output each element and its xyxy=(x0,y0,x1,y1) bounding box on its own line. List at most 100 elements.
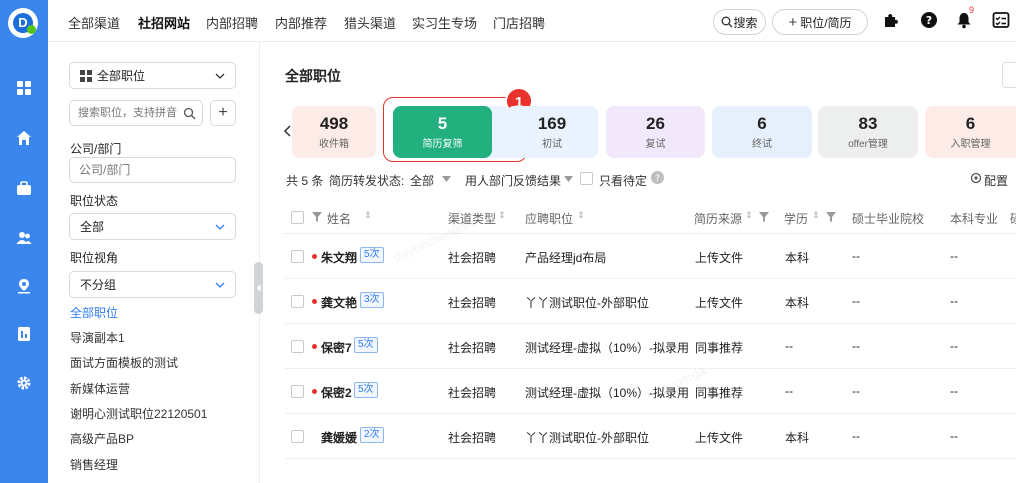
sort-icon[interactable]: ⇕ xyxy=(745,210,753,221)
briefcase-icon[interactable] xyxy=(14,178,34,198)
report-icon[interactable] xyxy=(14,324,34,344)
view-select[interactable]: 不分组 xyxy=(69,271,236,298)
candidate-name[interactable]: 保密2 xyxy=(321,384,352,401)
dept-feedback-select[interactable]: 用人部门反馈结果 xyxy=(465,172,561,189)
table-row[interactable]: 龚媛媛 2次 社会招聘 丫丫测试职位-外部职位 上传文件 本科 -- -- xyxy=(284,414,1016,459)
add-job-button[interactable]: + xyxy=(210,100,236,126)
filter-icon[interactable] xyxy=(759,212,769,222)
row-checkbox[interactable] xyxy=(291,340,304,353)
app-logo[interactable]: D xyxy=(8,8,38,38)
sort-icon[interactable]: ⇕ xyxy=(812,210,820,221)
col-source[interactable]: 简历来源 xyxy=(694,210,742,227)
stage-offer[interactable]: 83 offer管理 xyxy=(818,106,918,158)
bell-icon[interactable]: 9 xyxy=(955,5,981,31)
candidate-name[interactable]: 龚文艳 xyxy=(321,294,357,311)
filter-icon[interactable] xyxy=(312,212,322,222)
job-search-field[interactable] xyxy=(69,100,203,126)
job-item[interactable]: 导演副本1 xyxy=(70,329,125,346)
row-checkbox[interactable] xyxy=(291,385,304,398)
stage-final-interview[interactable]: 6 终试 xyxy=(712,106,812,158)
sort-icon[interactable]: ⇕ xyxy=(498,210,506,221)
source-cell: 上传文件 xyxy=(695,431,744,445)
tab-intern[interactable]: 实习生专场 xyxy=(412,13,477,32)
col-master-school[interactable]: 硕士毕业院校 xyxy=(852,210,924,227)
people-icon[interactable] xyxy=(14,228,34,248)
candidate-name[interactable]: 保密7 xyxy=(321,339,352,356)
tab-all-channels[interactable]: 全部渠道 xyxy=(68,13,120,32)
job-item[interactable]: 新媒体运营 xyxy=(70,380,130,397)
settings-icon[interactable] xyxy=(970,172,982,184)
job-item[interactable]: 高级产品BP xyxy=(70,430,134,447)
stage-first-interview[interactable]: 169 初试 xyxy=(506,106,598,158)
pending-only-checkbox[interactable] xyxy=(580,172,593,185)
major-cell: -- xyxy=(950,294,958,308)
gear-icon[interactable] xyxy=(14,373,34,393)
stage-onboarding[interactable]: 6 入职管理 xyxy=(925,106,1016,158)
plugin-icon[interactable] xyxy=(882,11,902,31)
sort-icon[interactable]: ⇕ xyxy=(364,210,372,221)
col-channel[interactable]: 渠道类型 xyxy=(448,210,496,227)
search-button[interactable]: 搜索 xyxy=(713,9,766,35)
filter-icon[interactable] xyxy=(826,212,836,222)
home-icon[interactable] xyxy=(14,128,34,148)
tab-headhunter[interactable]: 猎头渠道 xyxy=(344,13,396,32)
search-icon[interactable] xyxy=(183,107,196,120)
help-icon[interactable]: ? xyxy=(920,11,940,31)
sort-icon[interactable]: ⇕ xyxy=(577,210,585,221)
stage-second-interview[interactable]: 26 复试 xyxy=(606,106,705,158)
side-panel-toggle[interactable] xyxy=(1002,62,1016,88)
col-truncated[interactable]: 硕 xyxy=(1010,210,1016,227)
candidate-name[interactable]: 龚媛媛 xyxy=(321,429,357,446)
stage-label: 初试 xyxy=(542,139,562,150)
select-all-checkbox[interactable] xyxy=(291,211,304,224)
apply-times-badge: 2次 xyxy=(360,427,384,443)
candidate-name[interactable]: 朱文翔 xyxy=(321,249,357,266)
view-value: 不分组 xyxy=(80,278,117,292)
school-cell: -- xyxy=(852,249,860,263)
apply-times-badge: 5次 xyxy=(360,247,384,263)
col-undergrad-major[interactable]: 本科专业 xyxy=(950,210,998,227)
education-cell: 本科 xyxy=(785,431,810,445)
channel-cell: 社会招聘 xyxy=(448,341,497,355)
table-row[interactable]: 朱文翔 5次 社会招聘 产品经理jd布局 上传文件 本科 -- -- xyxy=(284,234,1016,279)
job-cell: 丫丫测试职位-外部职位 xyxy=(525,296,649,310)
job-item[interactable]: 面试方面模板的测试 xyxy=(70,354,178,371)
job-search-input[interactable] xyxy=(78,102,186,124)
config-button[interactable]: 配置 xyxy=(984,172,1008,189)
company-field[interactable] xyxy=(69,157,236,183)
stage-inbox[interactable]: 498 收件箱 xyxy=(292,106,376,158)
row-checkbox[interactable] xyxy=(291,430,304,443)
major-cell: -- xyxy=(950,339,958,353)
dashboard-icon[interactable] xyxy=(14,78,34,98)
tab-social-recruit[interactable]: 社招网站 xyxy=(138,13,190,32)
row-checkbox[interactable] xyxy=(291,295,304,308)
col-education[interactable]: 学历 xyxy=(784,210,808,227)
company-input[interactable] xyxy=(79,159,229,181)
job-item-all[interactable]: 全部职位 xyxy=(70,304,118,321)
tab-internal-referral[interactable]: 内部推荐 xyxy=(275,13,327,32)
caret-down-icon[interactable] xyxy=(564,176,573,182)
table-row[interactable]: 保密7 5次 社会招聘 测试经理-虚拟（10%）-拟录用 同事推荐 -- -- … xyxy=(284,324,1016,369)
row-checkbox[interactable] xyxy=(291,250,304,263)
job-item[interactable]: 销售经理 xyxy=(70,456,118,473)
help-circle-icon[interactable]: ? xyxy=(651,171,664,184)
table-row[interactable]: 保密2 5次 社会招聘 测试经理-虚拟（10%）-拟录用 同事推荐 -- -- … xyxy=(284,369,1016,414)
caret-down-icon[interactable] xyxy=(442,176,451,182)
tab-internal-recruit[interactable]: 内部招聘 xyxy=(206,13,258,32)
task-list-icon[interactable] xyxy=(992,11,1012,31)
forward-status-select[interactable]: 全部 xyxy=(410,172,434,189)
col-job[interactable]: 应聘职位 xyxy=(525,210,573,227)
job-item[interactable]: 谢明心测试职位22120501 xyxy=(70,405,207,422)
stage-count: 83 xyxy=(858,114,878,133)
unread-dot xyxy=(312,254,317,259)
top-navigation: 全部渠道 社招网站 内部招聘 内部推荐 猎头渠道 实习生专场 门店招聘 搜索 +… xyxy=(48,0,1016,42)
add-job-resume-button[interactable]: + 职位/简历 xyxy=(772,9,868,35)
school-cell: -- xyxy=(852,339,860,353)
col-name[interactable]: 姓名 xyxy=(327,210,351,227)
status-select[interactable]: 全部 xyxy=(69,213,236,240)
tab-store-recruit[interactable]: 门店招聘 xyxy=(493,13,545,32)
apply-times-badge: 5次 xyxy=(354,337,378,353)
table-row[interactable]: 龚文艳 3次 社会招聘 丫丫测试职位-外部职位 上传文件 本科 -- -- xyxy=(284,279,1016,324)
job-scope-select[interactable]: 全部职位 xyxy=(69,62,236,89)
location-icon[interactable] xyxy=(14,276,34,296)
